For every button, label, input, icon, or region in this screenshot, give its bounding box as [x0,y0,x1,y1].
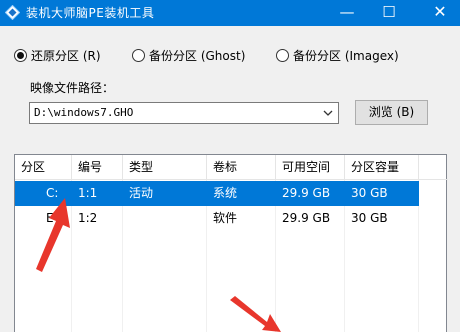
column-header-number[interactable]: 编号 [72,155,123,180]
radio-label-backup-imagex: 备份分区 (Imagex) [293,48,399,63]
column-header-free-space[interactable]: 可用空间 [276,155,345,180]
cell-capacity: 30 GB [351,211,388,225]
browse-button[interactable]: 浏览 (B) [355,100,428,125]
radio-backup-imagex[interactable]: 备份分区 (Imagex) [276,46,399,64]
table-header: 分区 编号 类型 卷标 可用空间 分区容量 [15,155,448,180]
cell-capacity: 30 GB [351,186,388,200]
radio-label-backup-ghost: 备份分区 (Ghost) [149,48,246,63]
table-row[interactable]: C: 1:1 活动 系统 29.9 GB 30 GB [15,181,419,206]
column-header-capacity[interactable]: 分区容量 [345,155,419,180]
maximize-button[interactable]: ☐ [372,0,406,26]
radio-backup-ghost[interactable]: 备份分区 (Ghost) [132,46,245,64]
cell-label: 软件 [213,211,238,225]
cell-type: 活动 [129,186,154,200]
column-header-partition[interactable]: 分区 [15,155,72,180]
app-icon [5,5,20,20]
cell-free-space: 29.9 GB [282,211,331,225]
cell-number: 1:2 [78,211,98,225]
column-header-label[interactable]: 卷标 [207,155,276,180]
table-row[interactable]: E 1:2 软件 29.9 GB 30 GB [15,206,419,231]
cell-drive: E [46,211,54,225]
cell-type [123,206,129,231]
image-path-value[interactable]: D:\windows7.GHO [34,106,133,119]
window-title: 装机大师脑PE装机工具 [26,6,155,20]
title-bar[interactable]: 装机大师脑PE装机工具 — ☐ ✕ [0,0,460,26]
close-button[interactable]: ✕ [420,0,460,26]
radio-dot-backup-ghost[interactable] [132,48,145,62]
column-header-type[interactable]: 类型 [123,155,207,180]
radio-label-restore: 还原分区 (R) [31,48,101,63]
minimize-button[interactable]: — [330,0,364,26]
partition-table[interactable]: 分区 编号 类型 卷标 可用空间 分区容量 C: 1:1 活动 系统 29.9 … [14,154,448,332]
chevron-down-icon[interactable] [322,106,334,120]
image-path-combobox[interactable]: D:\windows7.GHO [29,102,339,124]
cell-free-space: 29.9 GB [282,186,331,200]
radio-dot-backup-imagex[interactable] [276,48,289,62]
radio-dot-restore[interactable] [14,48,27,62]
cell-label: 系统 [213,186,238,200]
cell-number: 1:1 [78,186,98,200]
image-path-label: 映像文件路径： [30,81,115,95]
cell-drive: C: [46,186,59,200]
radio-restore[interactable]: 还原分区 (R) [14,46,101,64]
